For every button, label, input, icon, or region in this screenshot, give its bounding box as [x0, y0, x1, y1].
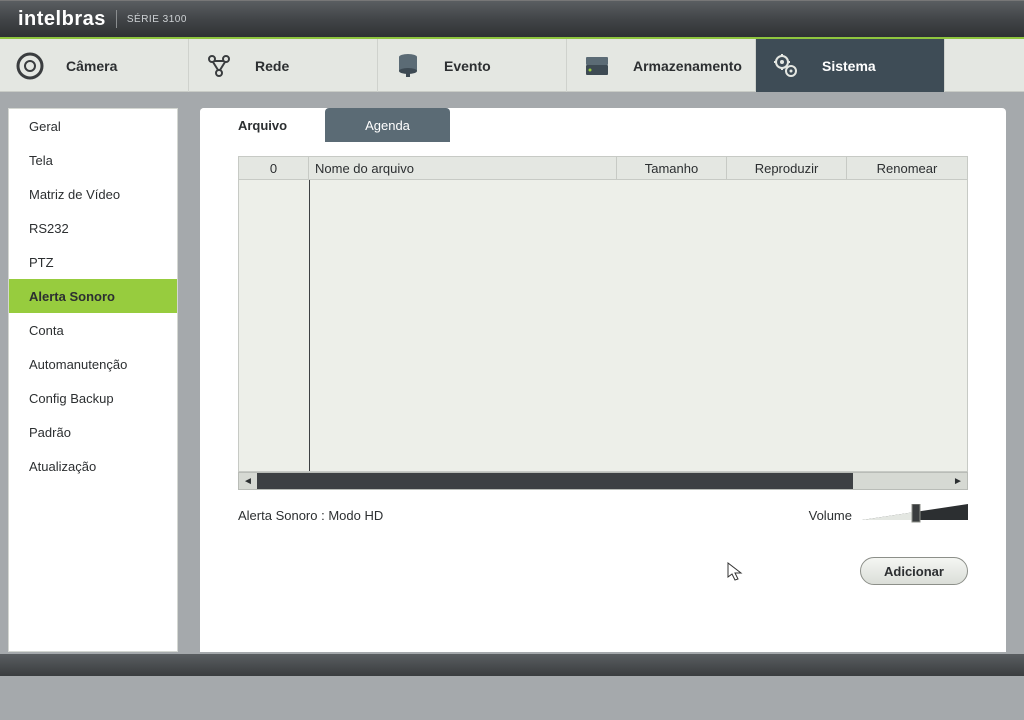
content-area: Geral Tela Matriz de Vídeo RS232 PTZ Ale… — [0, 92, 1024, 652]
app-header: intelbras SÉRIE 3100 — [0, 0, 1024, 39]
network-icon — [203, 50, 235, 82]
sidebar-item-conta[interactable]: Conta — [9, 313, 177, 347]
nav-system[interactable]: Sistema — [756, 39, 945, 92]
sidebar-item-label: Tela — [29, 153, 53, 168]
alerta-mode-label: Alerta Sonoro : Modo HD — [238, 508, 383, 523]
camera-icon — [14, 50, 46, 82]
series-label: SÉRIE 3100 — [127, 14, 187, 25]
nav-event[interactable]: Evento — [378, 39, 567, 92]
col-count: 0 — [239, 157, 309, 179]
sidebar-item-label: Atualização — [29, 459, 96, 474]
col-play: Reproduzir — [727, 157, 847, 179]
event-icon — [392, 50, 424, 82]
horizontal-scrollbar[interactable]: ◄ ► — [238, 472, 968, 490]
nav-label: Câmera — [66, 58, 117, 74]
volume-label: Volume — [809, 508, 852, 523]
sidebar-item-label: Config Backup — [29, 391, 114, 406]
sidebar-item-label: Matriz de Vídeo — [29, 187, 120, 202]
sidebar-item-label: RS232 — [29, 221, 69, 236]
col-divider — [309, 180, 310, 471]
main-panel: Arquivo Agenda 0 Nome do arquivo Tamanho… — [200, 108, 1006, 652]
tab-agenda[interactable]: Agenda — [325, 108, 450, 142]
button-row: Adicionar — [238, 557, 968, 585]
sidebar-item-alerta-sonoro[interactable]: Alerta Sonoro — [9, 279, 177, 313]
sidebar-item-matriz[interactable]: Matriz de Vídeo — [9, 177, 177, 211]
volume-control: Volume — [809, 504, 968, 527]
status-row: Alerta Sonoro : Modo HD Volume — [238, 504, 968, 527]
brand-logo: intelbras — [18, 8, 106, 31]
sidebar-item-label: Conta — [29, 323, 64, 338]
nav-network[interactable]: Rede — [189, 39, 378, 92]
sidebar-item-label: Alerta Sonoro — [29, 289, 115, 304]
main-nav: Câmera Rede Evento — [0, 39, 1024, 92]
nav-label: Rede — [255, 58, 289, 74]
file-table: 0 Nome do arquivo Tamanho Reproduzir Ren… — [238, 156, 968, 490]
button-label: Adicionar — [884, 564, 944, 579]
sidebar-item-rs232[interactable]: RS232 — [9, 211, 177, 245]
system-icon — [770, 50, 802, 82]
sidebar-item-label: Padrão — [29, 425, 71, 440]
storage-icon — [581, 50, 613, 82]
scroll-left-icon[interactable]: ◄ — [239, 473, 257, 489]
table-body — [238, 180, 968, 472]
scroll-right-icon[interactable]: ► — [949, 473, 967, 489]
sidebar-item-label: PTZ — [29, 255, 54, 270]
sidebar-item-label: Automanutenção — [29, 357, 127, 372]
tab-label: Arquivo — [238, 118, 287, 133]
col-size: Tamanho — [617, 157, 727, 179]
footer-bar — [0, 654, 1024, 676]
tab-arquivo[interactable]: Arquivo — [200, 108, 325, 142]
nav-label: Sistema — [822, 58, 876, 74]
sidebar-item-padrao[interactable]: Padrão — [9, 415, 177, 449]
table-header: 0 Nome do arquivo Tamanho Reproduzir Ren… — [238, 156, 968, 180]
sidebar-item-geral[interactable]: Geral — [9, 109, 177, 143]
sidebar-item-config-backup[interactable]: Config Backup — [9, 381, 177, 415]
sidebar-item-tela[interactable]: Tela — [9, 143, 177, 177]
sidebar-item-atualizacao[interactable]: Atualização — [9, 449, 177, 483]
nav-label: Armazenamento — [633, 58, 742, 74]
sidebar: Geral Tela Matriz de Vídeo RS232 PTZ Ale… — [8, 108, 178, 652]
tabs: Arquivo Agenda — [200, 108, 1006, 142]
sidebar-item-ptz[interactable]: PTZ — [9, 245, 177, 279]
col-rename: Renomear — [847, 157, 967, 179]
scroll-track[interactable] — [257, 473, 949, 489]
brand-divider — [116, 10, 117, 28]
scroll-thumb[interactable] — [853, 473, 949, 489]
col-filename: Nome do arquivo — [309, 157, 617, 179]
sidebar-item-automanutencao[interactable]: Automanutenção — [9, 347, 177, 381]
volume-slider-icon[interactable] — [862, 504, 968, 527]
nav-storage[interactable]: Armazenamento — [567, 39, 756, 92]
sidebar-item-label: Geral — [29, 119, 61, 134]
nav-camera[interactable]: Câmera — [0, 39, 189, 92]
tab-label: Agenda — [365, 118, 410, 133]
nav-label: Evento — [444, 58, 491, 74]
add-button[interactable]: Adicionar — [860, 557, 968, 585]
